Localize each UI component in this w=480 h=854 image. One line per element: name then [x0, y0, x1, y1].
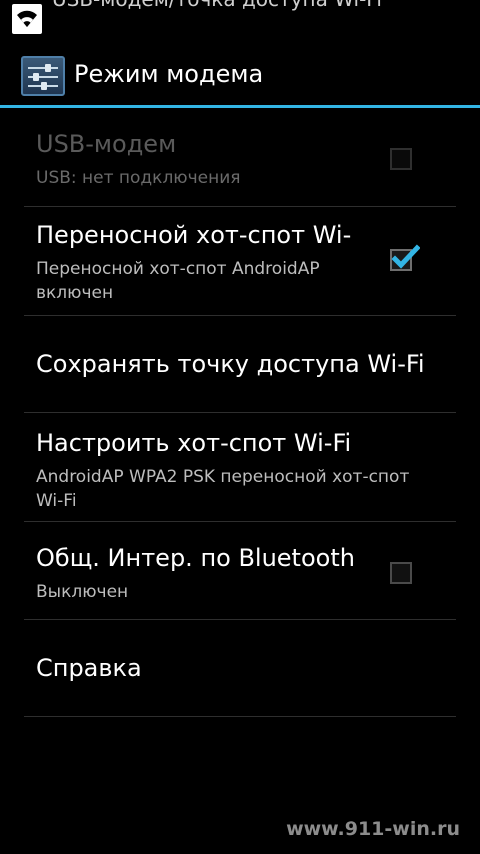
setting-title: Общ. Интер. по Bluetooth	[36, 544, 355, 572]
setting-summary: USB: нет подключения	[36, 168, 241, 188]
action-bar: Режим модема	[0, 38, 480, 106]
usb-tethering-checkbox[interactable]	[390, 148, 412, 170]
setting-wifi-hotspot[interactable]: Переносной хот-спот Wi- Переносной хот-с…	[24, 207, 456, 316]
setting-title: Настроить хот-спот Wi-Fi	[36, 429, 352, 457]
setting-configure-hotspot[interactable]: Настроить хот-спот Wi-Fi AndroidAP WPA2 …	[24, 413, 456, 522]
setting-summary: AndroidAP WPA2 PSK переносной хот-спот W…	[36, 467, 410, 511]
page-title: Режим модема	[74, 60, 264, 88]
setting-summary: Выключен	[36, 582, 129, 602]
setting-title: Сохранять точку доступа Wi-Fi	[36, 350, 425, 378]
status-notification-text: USB-модем/точка доступа Wi-Fi	[52, 0, 382, 11]
setting-title: USB-модем	[36, 130, 177, 158]
setting-title: Переносной хот-спот Wi-	[36, 221, 352, 249]
settings-list: USB-модем USB: нет подключения Переносно…	[0, 108, 480, 717]
wifi-hotspot-icon	[12, 4, 42, 34]
watermark: www.911-win.ru	[286, 818, 460, 840]
setting-keep-wifi-hotspot[interactable]: Сохранять точку доступа Wi-Fi	[24, 316, 456, 413]
status-bar: USB-модем/точка доступа Wi-Fi	[0, 0, 480, 38]
setting-bluetooth-tethering[interactable]: Общ. Интер. по Bluetooth Выключен	[24, 522, 456, 620]
setting-help[interactable]: Справка	[24, 620, 456, 717]
setting-usb-tethering: USB-модем USB: нет подключения	[24, 108, 456, 207]
bluetooth-tethering-checkbox[interactable]	[390, 562, 412, 584]
setting-title: Справка	[36, 654, 142, 682]
wifi-hotspot-checkbox[interactable]	[390, 244, 420, 271]
settings-sliders-icon[interactable]	[21, 56, 65, 96]
setting-summary: Переносной хот-спот AndroidAP включен	[36, 259, 320, 303]
